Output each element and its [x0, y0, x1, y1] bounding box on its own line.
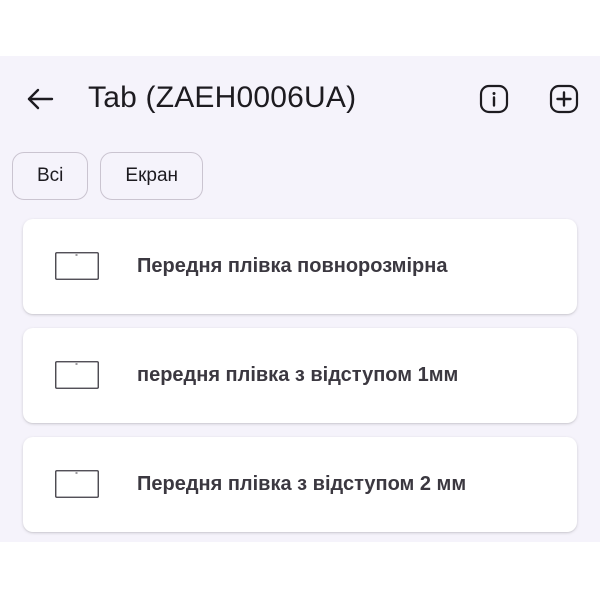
list-item[interactable]: Передня плівка повнорозмірна [23, 219, 577, 314]
info-button[interactable] [476, 81, 512, 117]
screen-outline-icon [55, 361, 99, 389]
list-item[interactable]: Передня плівка з відступом 2 мм [23, 437, 577, 532]
filter-chip-all[interactable]: Всі [12, 152, 89, 200]
screen-outline-icon [55, 252, 99, 280]
page-title: Tab (ZAEH0006UA) [88, 81, 357, 114]
back-button[interactable] [22, 81, 58, 117]
screen-outline-icon [55, 470, 99, 498]
list-item-label: Передня плівка повнорозмірна [137, 255, 448, 277]
app-screen: Tab (ZAEH0006UA) Всі Екран Передня плівк… [0, 56, 600, 542]
list-item-label: передня плівка з відступом 1мм [137, 364, 459, 386]
filter-chip-screen[interactable]: Екран [100, 152, 204, 200]
top-app-bar: Tab (ZAEH0006UA) [0, 56, 600, 140]
film-list: Передня плівка повнорозмірна передня плі… [23, 219, 577, 546]
info-icon [479, 84, 509, 114]
list-item[interactable]: передня плівка з відступом 1мм [23, 328, 577, 423]
add-button[interactable] [546, 81, 582, 117]
list-item-label: Передня плівка з відступом 2 мм [137, 473, 467, 495]
filter-chips: Всі Екран [12, 152, 204, 204]
arrow-left-icon [27, 88, 54, 110]
add-box-icon [549, 84, 579, 114]
